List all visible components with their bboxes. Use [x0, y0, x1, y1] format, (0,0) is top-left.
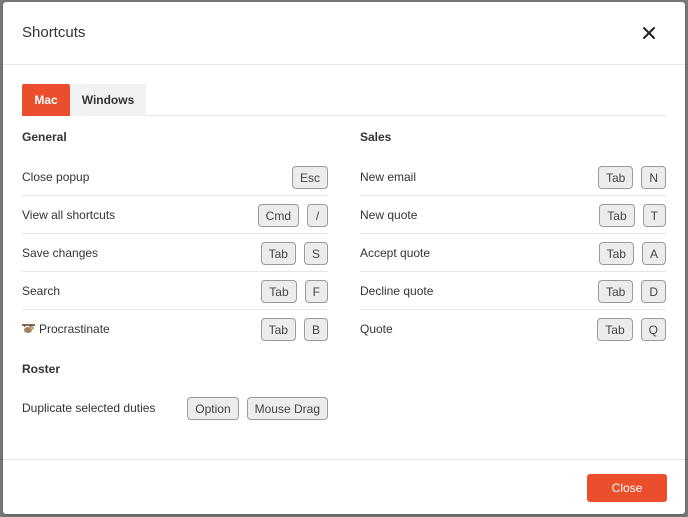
shortcuts-modal: Shortcuts Mac Windows General Close popu… — [3, 2, 685, 514]
key-group: Tab T — [599, 204, 666, 227]
key-group: Esc — [291, 166, 328, 189]
close-icon[interactable] — [639, 23, 659, 43]
key-group: Tab F — [261, 280, 328, 303]
key-cap: Cmd — [257, 204, 299, 227]
key-group: Tab B — [260, 318, 328, 341]
shortcut-label: Save changes — [22, 246, 99, 260]
tab-windows[interactable]: Windows — [70, 84, 146, 116]
key-cap: / — [307, 204, 328, 227]
key-cap: D — [641, 280, 666, 303]
key-group: Tab A — [598, 242, 666, 265]
key-group: Cmd / — [257, 204, 328, 227]
key-cap: Q — [640, 318, 666, 341]
key-cap: S — [303, 242, 328, 265]
shortcut-row-save-changes: Save changes Tab S — [22, 234, 328, 272]
shortcut-label: New email — [360, 170, 417, 184]
shortcut-row-quote: Quote Tab Q — [360, 310, 666, 348]
footer-divider — [3, 459, 685, 460]
shortcut-label: Accept quote — [360, 246, 431, 260]
general-section-title: General — [22, 130, 67, 144]
key-cap: Tab — [598, 242, 634, 265]
shortcut-row-view-all: View all shortcuts Cmd / — [22, 196, 328, 234]
key-cap: N — [641, 166, 666, 189]
sales-section-title: Sales — [360, 130, 392, 144]
key-cap: T — [642, 204, 666, 227]
shortcut-row-procrastinate: Procrastinate Tab B — [22, 310, 328, 348]
key-cap: Esc — [291, 166, 328, 189]
os-tabs: Mac Windows — [22, 84, 666, 116]
key-group: Tab S — [260, 242, 328, 265]
sloth-icon — [22, 324, 35, 333]
shortcut-row-new-quote: New quote Tab T — [360, 196, 666, 234]
key-group: Tab N — [597, 166, 666, 189]
shortcut-label: New quote — [360, 208, 418, 222]
shortcut-label: Procrastinate — [39, 322, 110, 336]
modal-header: Shortcuts — [3, 2, 685, 65]
close-button[interactable]: Close — [587, 474, 667, 502]
shortcut-label: Search — [22, 284, 61, 298]
shortcut-row-search: Search Tab F — [22, 272, 328, 310]
key-cap: Option — [187, 397, 239, 420]
key-group: Option Mouse Drag — [187, 397, 328, 420]
shortcut-label: Quote — [360, 322, 393, 336]
key-cap: A — [641, 242, 666, 265]
shortcut-row-accept-quote: Accept quote Tab A — [360, 234, 666, 272]
key-cap: Tab — [261, 280, 297, 303]
key-cap: Tab — [599, 204, 635, 227]
roster-section-title: Roster — [22, 362, 61, 376]
tab-mac[interactable]: Mac — [22, 84, 70, 116]
key-cap: Tab — [597, 280, 634, 303]
key-cap: Tab — [597, 318, 633, 341]
shortcut-label: Duplicate selected duties — [22, 401, 156, 415]
modal-title: Shortcuts — [22, 24, 86, 41]
key-cap: B — [303, 318, 328, 341]
shortcut-row-duplicate-duties: Duplicate selected duties Option Mouse D… — [22, 389, 328, 427]
key-cap: Tab — [260, 242, 296, 265]
shortcut-label: View all shortcuts — [22, 208, 116, 222]
shortcut-row-new-email: New email Tab N — [360, 158, 666, 196]
shortcut-label-wrap: Procrastinate — [22, 322, 110, 336]
shortcut-label: Decline quote — [360, 284, 434, 298]
shortcut-row-close-popup: Close popup Esc — [22, 158, 328, 196]
key-cap: Mouse Drag — [246, 397, 328, 420]
shortcut-row-decline-quote: Decline quote Tab D — [360, 272, 666, 310]
key-cap: Tab — [597, 166, 634, 189]
key-cap: Tab — [260, 318, 296, 341]
key-group: Tab D — [597, 280, 666, 303]
key-group: Tab Q — [597, 318, 666, 341]
shortcut-label: Close popup — [22, 170, 90, 184]
key-cap: F — [304, 280, 328, 303]
